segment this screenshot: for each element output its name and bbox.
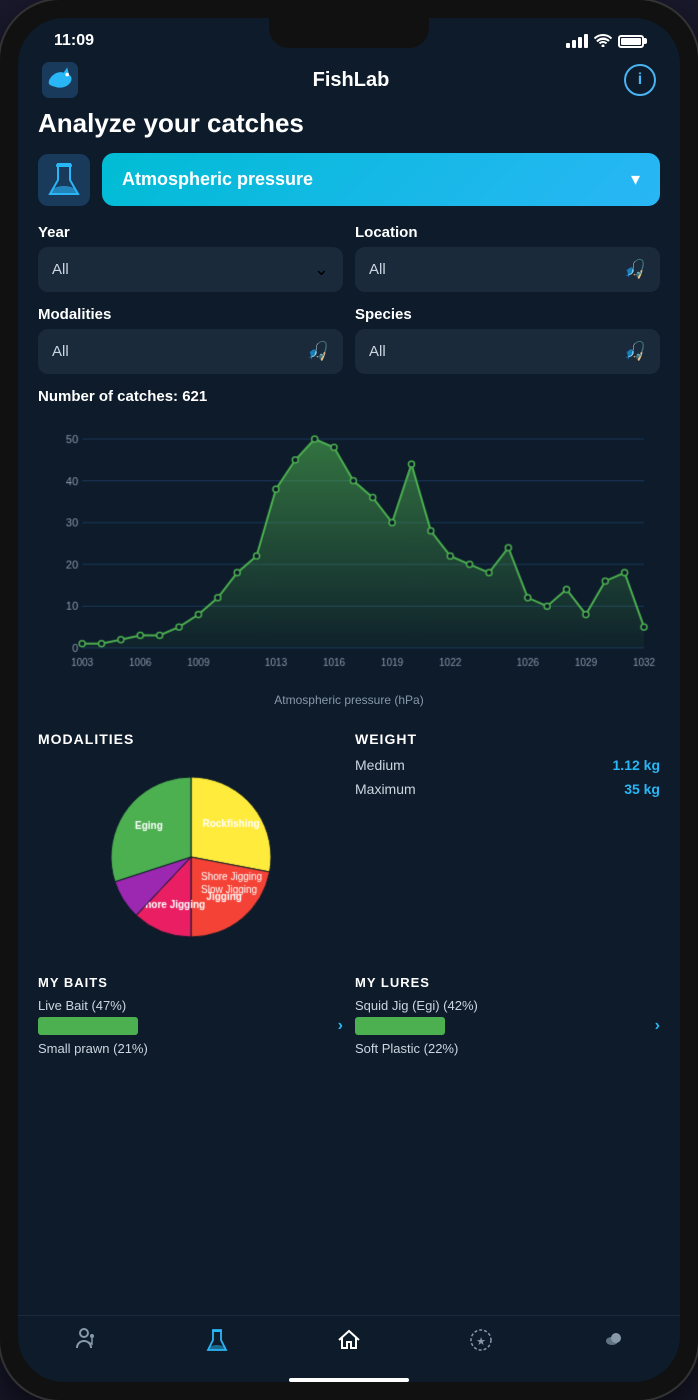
time: 11:09 bbox=[54, 32, 94, 50]
year-select[interactable]: All ⌄ bbox=[38, 247, 343, 292]
pie-chart-container bbox=[38, 757, 343, 957]
analysis-type-label: Atmospheric pressure bbox=[122, 169, 313, 190]
svg-text:★: ★ bbox=[476, 1336, 486, 1348]
modalities-select[interactable]: All 🎣 bbox=[38, 329, 343, 374]
location-select[interactable]: All 🎣 bbox=[355, 247, 660, 292]
chevron-down-icon: ▾ bbox=[631, 169, 640, 190]
year-filter: Year All ⌄ bbox=[38, 224, 343, 292]
info-button[interactable]: i bbox=[624, 64, 656, 96]
analysis-selector-row: Atmospheric pressure ▾ bbox=[38, 153, 660, 206]
weight-section-title: WEIGHT bbox=[355, 731, 660, 747]
nav-trophy[interactable]: ★ bbox=[467, 1326, 495, 1354]
modalities-value: All bbox=[52, 343, 69, 360]
lure-label-1: Squid Jig (Egi) (42%) bbox=[355, 998, 660, 1013]
species-filter: Species All 🎣 bbox=[355, 306, 660, 374]
bait-chevron-1[interactable]: › bbox=[338, 1017, 343, 1035]
bait-bar-row-1: › bbox=[38, 1017, 343, 1035]
bait-bar-1 bbox=[38, 1017, 138, 1035]
stats-row: MODALITIES WEIGHT Medium 1.12 kg Maximum bbox=[38, 731, 660, 957]
modalities-section: MODALITIES bbox=[38, 731, 343, 957]
home-indicator bbox=[289, 1378, 409, 1382]
app-title: FishLab bbox=[313, 69, 390, 92]
lure-bar-row-1: › bbox=[355, 1017, 660, 1035]
species-select[interactable]: All 🎣 bbox=[355, 329, 660, 374]
flask-nav-icon bbox=[203, 1326, 231, 1354]
lures-title: MY LURES bbox=[355, 975, 660, 990]
filter-row-2: Modalities All 🎣 Species All 🎣 bbox=[38, 306, 660, 374]
lure-chevron-1[interactable]: › bbox=[655, 1017, 660, 1035]
status-icons bbox=[566, 33, 644, 50]
location-fish-icon: 🎣 bbox=[624, 259, 646, 280]
location-label: Location bbox=[355, 224, 660, 241]
page-title: Analyze your catches bbox=[38, 108, 660, 139]
nav-flask[interactable] bbox=[203, 1326, 231, 1354]
app-header: FishLab i bbox=[18, 56, 680, 108]
weight-medium-value: 1.12 kg bbox=[613, 757, 660, 773]
chart-container: Atmospheric pressure (hPa) bbox=[38, 413, 660, 713]
baits-title: MY BAITS bbox=[38, 975, 343, 990]
baits-lures-row: MY BAITS Live Bait (47%) › Small prawn (… bbox=[38, 975, 660, 1060]
bait-label-1: Live Bait (47%) bbox=[38, 998, 343, 1013]
trophy-icon: ★ bbox=[467, 1326, 495, 1354]
bottom-nav: ★ bbox=[18, 1315, 680, 1378]
nav-home[interactable] bbox=[335, 1326, 363, 1354]
bait-item-1: Live Bait (47%) › bbox=[38, 998, 343, 1035]
bait-item-2: Small prawn (21%) bbox=[38, 1041, 343, 1056]
lure-item-2: Soft Plastic (22%) bbox=[355, 1041, 660, 1056]
weight-maximum-row: Maximum 35 kg bbox=[355, 781, 660, 797]
weight-section: WEIGHT Medium 1.12 kg Maximum 35 kg bbox=[355, 731, 660, 957]
home-icon bbox=[335, 1326, 363, 1354]
modalities-filter: Modalities All 🎣 bbox=[38, 306, 343, 374]
baits-section: MY BAITS Live Bait (47%) › Small prawn (… bbox=[38, 975, 343, 1060]
modalities-fish-icon: 🎣 bbox=[307, 341, 329, 362]
wifi-icon bbox=[594, 33, 612, 50]
battery-icon bbox=[618, 35, 644, 48]
weight-medium-row: Medium 1.12 kg bbox=[355, 757, 660, 773]
line-chart bbox=[38, 423, 660, 684]
year-value: All bbox=[52, 261, 69, 278]
main-content: Analyze your catches Atmospheric pressur… bbox=[18, 108, 680, 1315]
filter-row: Year All ⌄ Location All 🎣 bbox=[38, 224, 660, 292]
lure-label-2: Soft Plastic (22%) bbox=[355, 1041, 660, 1056]
nav-weather[interactable] bbox=[600, 1326, 628, 1354]
analysis-type-button[interactable]: Atmospheric pressure ▾ bbox=[102, 153, 660, 206]
weight-maximum-label: Maximum bbox=[355, 781, 416, 797]
signal-icon bbox=[566, 34, 588, 48]
lure-bar-1 bbox=[355, 1017, 445, 1035]
bait-label-2: Small prawn (21%) bbox=[38, 1041, 343, 1056]
catches-count: Number of catches: 621 bbox=[38, 388, 660, 405]
weather-icon bbox=[600, 1326, 628, 1354]
year-label: Year bbox=[38, 224, 343, 241]
species-value: All bbox=[369, 343, 386, 360]
weight-medium-label: Medium bbox=[355, 757, 405, 773]
lure-item-1: Squid Jig (Egi) (42%) › bbox=[355, 998, 660, 1035]
pie-chart bbox=[91, 757, 291, 957]
modalities-section-title: MODALITIES bbox=[38, 731, 343, 747]
chart-x-label: Atmospheric pressure (hPa) bbox=[38, 693, 660, 713]
nav-angler[interactable] bbox=[70, 1326, 98, 1354]
flask-icon bbox=[38, 154, 90, 206]
weight-stats: Medium 1.12 kg Maximum 35 kg bbox=[355, 757, 660, 797]
modalities-label: Modalities bbox=[38, 306, 343, 323]
lures-section: MY LURES Squid Jig (Egi) (42%) › Soft Pl… bbox=[355, 975, 660, 1060]
species-label: Species bbox=[355, 306, 660, 323]
weight-maximum-value: 35 kg bbox=[624, 781, 660, 797]
angler-icon bbox=[70, 1326, 98, 1354]
location-value: All bbox=[369, 261, 386, 278]
location-filter: Location All 🎣 bbox=[355, 224, 660, 292]
year-chevron-icon: ⌄ bbox=[314, 259, 329, 280]
app-logo bbox=[42, 62, 78, 98]
species-fish-icon: 🎣 bbox=[624, 341, 646, 362]
